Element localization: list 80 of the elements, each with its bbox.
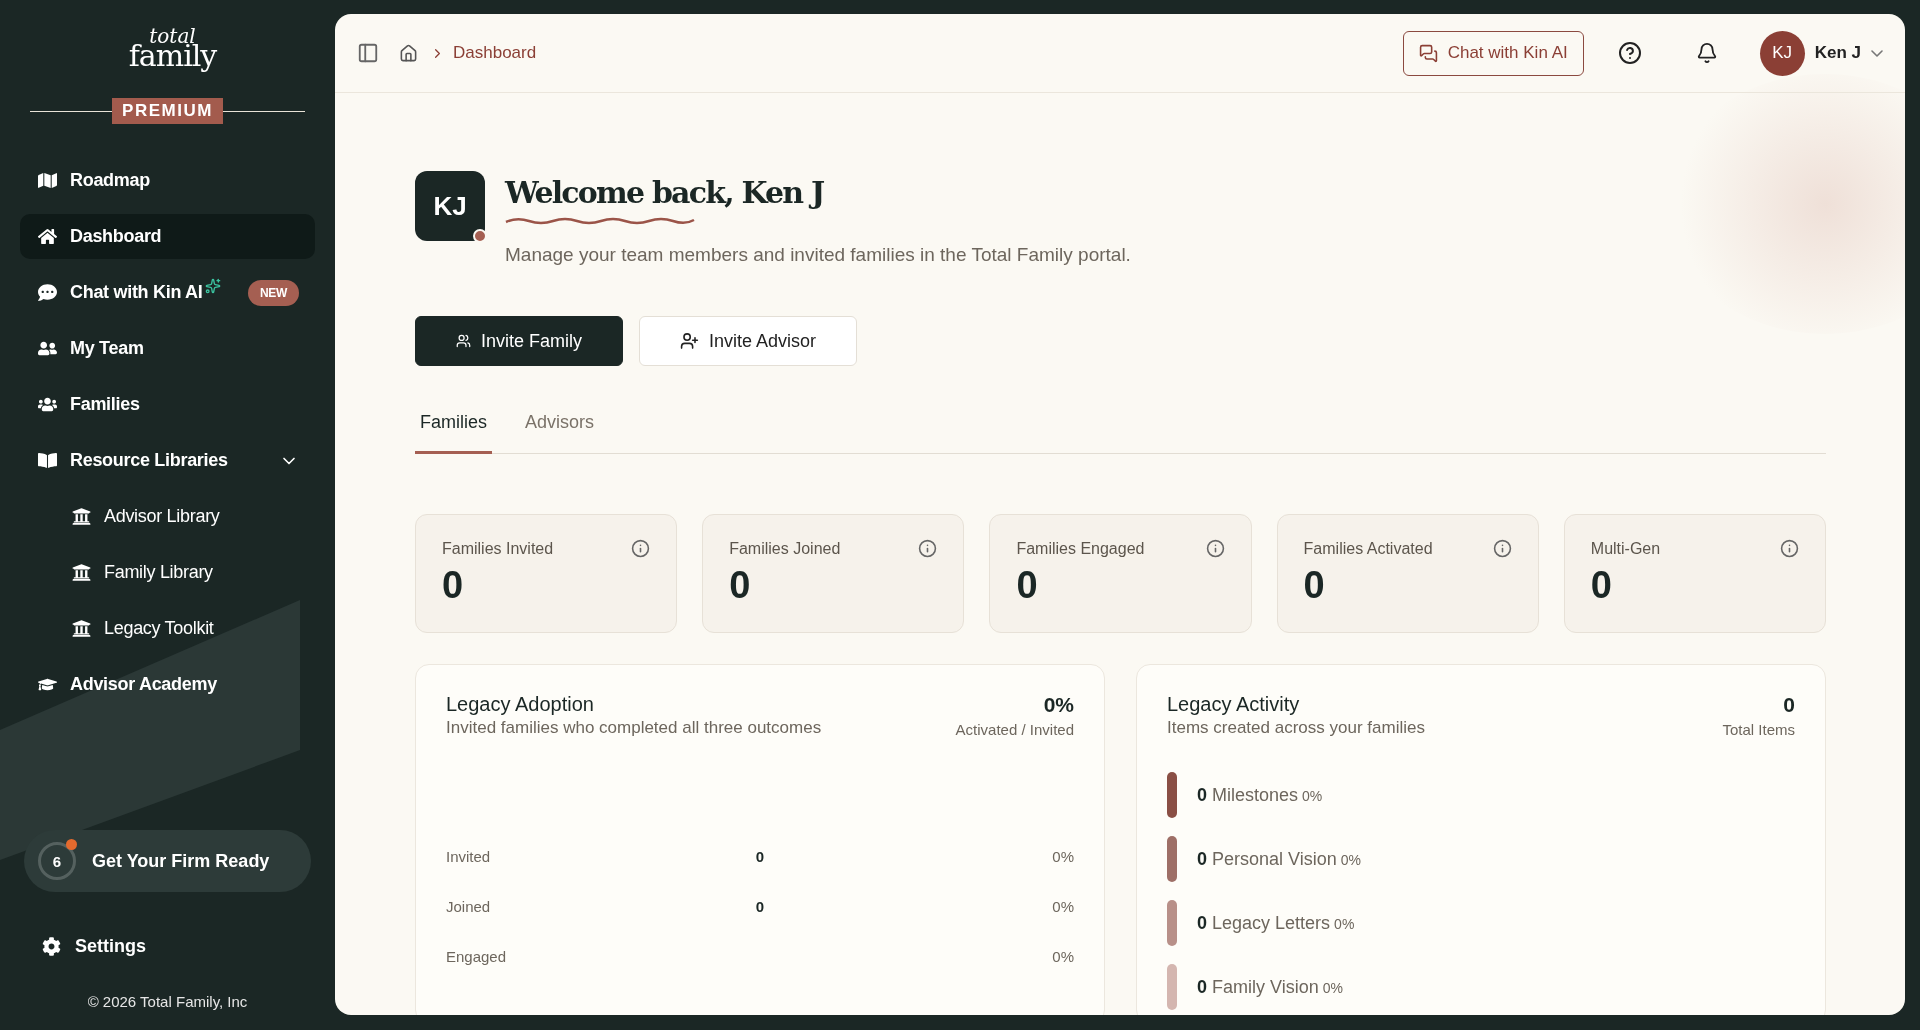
sidebar-item[interactable]: Advisor Academy <box>20 662 315 707</box>
stat-value: 0 <box>1303 564 1326 607</box>
people-icon <box>36 339 58 358</box>
breadcrumb-link[interactable]: Dashboard <box>453 43 537 63</box>
chat-bubble-icon <box>36 283 58 302</box>
stat-value: 0 <box>1590 564 1613 607</box>
stat-label: Multi-Gen <box>1590 539 1661 558</box>
sidebar-item[interactable]: Legacy Toolkit <box>20 606 315 651</box>
stat-label: Families Joined <box>729 539 841 558</box>
info-icon[interactable] <box>918 539 938 558</box>
user-menu[interactable]: KJ Ken J <box>1759 30 1883 76</box>
bank-building-icon <box>70 619 92 638</box>
row-label: Invited <box>446 848 492 865</box>
card-value: 0% <box>1043 693 1074 717</box>
row-percent: 0% <box>1051 898 1074 915</box>
sidebar-toggle-icon[interactable] <box>357 42 379 64</box>
row-label: Engaged <box>446 948 508 965</box>
bank-building-icon <box>70 507 92 526</box>
sidebar-item[interactable]: My Team <box>20 326 315 371</box>
info-icon[interactable] <box>631 539 651 558</box>
new-badge: NEW <box>247 279 299 306</box>
sidebar-item[interactable]: Dashboard <box>20 214 315 259</box>
row-label: Joined <box>446 898 492 915</box>
activity-item: 0 Family Vision 0% <box>1197 976 1343 998</box>
sidebar-item[interactable]: Advisor Library <box>20 494 315 539</box>
book-icon <box>36 451 58 470</box>
help-icon[interactable] <box>1617 41 1642 65</box>
copyright: © 2026 Total Family, Inc <box>86 993 249 1010</box>
info-icon[interactable] <box>1492 539 1512 558</box>
user-avatar: KJ <box>415 171 485 241</box>
user-name: Ken J <box>1814 43 1861 63</box>
tab[interactable]: Advisors <box>520 400 600 454</box>
row-count: 0 <box>754 898 766 915</box>
row-percent: 0% <box>1051 848 1074 865</box>
bank-building-icon <box>70 563 92 582</box>
sidebar-item[interactable]: Roadmap <box>20 158 315 203</box>
bell-icon[interactable] <box>1695 42 1718 64</box>
welcome-subtitle: Manage your team members and invited families in the Total Family portal. <box>505 244 1131 266</box>
stat-value: 0 <box>1016 564 1039 607</box>
stat-label: Families Activated <box>1303 539 1433 558</box>
chat-icon <box>1418 43 1438 63</box>
home-icon[interactable] <box>399 43 418 63</box>
chevron-icon <box>1871 49 1883 57</box>
map-icon <box>36 171 58 190</box>
invite-button[interactable]: Invite Family <box>415 316 623 366</box>
invite-button[interactable]: Invite Advisor <box>639 316 857 366</box>
home-icon <box>36 227 58 246</box>
row-count: 0 <box>754 848 766 865</box>
chat-button[interactable]: Chat with Kin AI <box>1402 30 1584 76</box>
sidebar-item[interactable]: Family Library <box>20 550 315 595</box>
activity-item: 0 Legacy Letters 0% <box>1197 912 1355 934</box>
card-subtitle: Items created across your families <box>1167 718 1425 738</box>
card-caption: Activated / Invited <box>955 721 1074 738</box>
plan-badge: PREMIUM <box>112 98 223 124</box>
card-value: 0 <box>1783 693 1795 717</box>
info-icon[interactable] <box>1780 539 1799 558</box>
card-subtitle: Invited families who completed all three outcomes <box>446 718 822 738</box>
activity-item: 0 Personal Vision 0% <box>1197 848 1361 870</box>
progress-ring: 6 <box>38 842 76 880</box>
tab[interactable]: Families <box>415 400 492 454</box>
stat-value: 0 <box>729 564 752 607</box>
card-title: Legacy Adoption <box>446 693 595 716</box>
get-ready-button[interactable]: 6 Get Your Firm Ready <box>24 830 311 892</box>
card-title: Legacy Activity <box>1167 693 1301 716</box>
sidebar-item[interactable]: Resource Libraries <box>20 438 315 483</box>
info-icon[interactable] <box>1205 539 1225 558</box>
user-avatar: KJ <box>1759 30 1805 76</box>
sidebar-item[interactable]: Families <box>20 382 315 427</box>
stat-label: Families Engaged <box>1016 539 1145 558</box>
stat-label: Families Invited <box>442 539 554 558</box>
row-percent: 0% <box>1051 948 1074 965</box>
group-icon <box>36 395 58 414</box>
card-caption: Total Items <box>1722 721 1795 738</box>
welcome-title: Welcome back, Ken J <box>505 175 825 210</box>
activity-item: 0 Milestones 0% <box>1197 784 1323 806</box>
sidebar-item[interactable]: Chat with Kin AI NEW <box>20 270 315 315</box>
settings-icon <box>42 937 61 956</box>
settings-item[interactable]: Settings <box>20 936 315 957</box>
stat-value: 0 <box>442 564 465 607</box>
user-plus-icon <box>680 331 699 351</box>
